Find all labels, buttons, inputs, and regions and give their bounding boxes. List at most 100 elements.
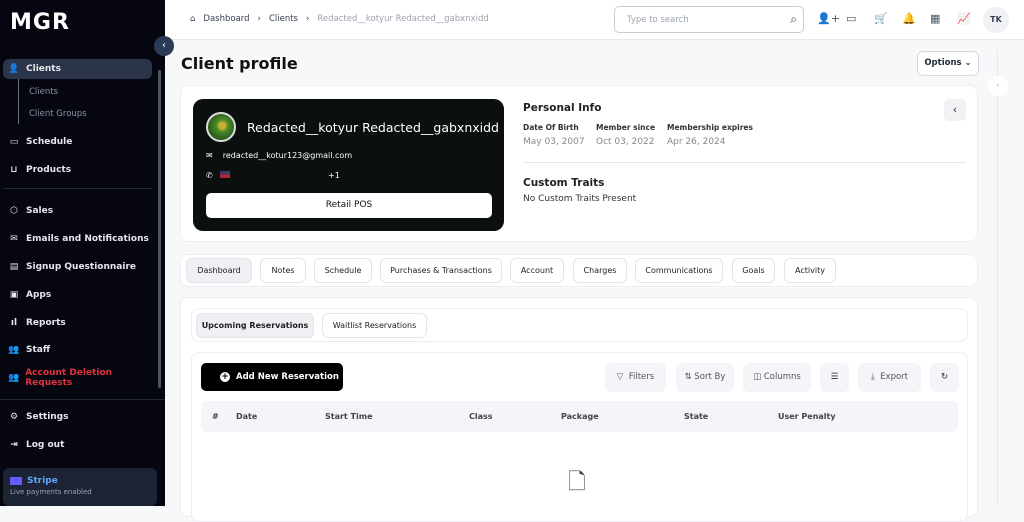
qr-icon[interactable]: ▦	[930, 12, 940, 25]
tab-dashboard[interactable]: Dashboard	[186, 258, 252, 283]
bell-icon[interactable]: 🔔	[902, 12, 916, 25]
sidebar-item-emails[interactable]: ✉ Emails and Notifications	[3, 229, 152, 249]
member-since-value: Oct 03, 2022	[596, 137, 655, 147]
tab-activity[interactable]: Activity	[784, 258, 836, 283]
chevron-right-icon: ›	[305, 14, 310, 24]
download-icon: ⤓	[871, 372, 875, 382]
chart-icon[interactable]: 📈	[957, 12, 971, 25]
calendar-icon: ▭	[9, 137, 19, 147]
divider	[0, 399, 165, 400]
chevron-down-icon: ⌄	[964, 58, 972, 68]
page-title: Client profile	[181, 54, 298, 73]
sidebar-item-clients[interactable]: 👤 Clients	[3, 59, 152, 79]
sidebar-item-reports[interactable]: ıl Reports	[3, 313, 152, 333]
bar-chart-icon: ıl	[10, 318, 18, 328]
column-class[interactable]: Class	[469, 412, 493, 421]
label: Staff	[26, 345, 51, 355]
tab-schedule[interactable]: Schedule	[314, 258, 372, 283]
sidebar-sub-client-groups[interactable]: Client Groups	[29, 109, 87, 119]
search-icon[interactable]: ⌕	[790, 12, 797, 27]
tab-account[interactable]: Account	[510, 258, 564, 283]
cart-icon: ⊔	[10, 165, 18, 175]
tab-goals[interactable]: Goals	[732, 258, 775, 283]
client-phone: +1	[328, 171, 340, 180]
sidebar-item-sales[interactable]: ⬡ Sales	[3, 201, 152, 221]
collapse-info-button[interactable]: ‹	[944, 99, 966, 121]
breadcrumb: ⌂ Dashboard › Clients › Redacted__kotyur R…	[190, 14, 489, 24]
collapse-sidebar-button[interactable]: ‹	[154, 36, 174, 56]
options-button[interactable]: Options ⌄	[917, 51, 979, 76]
plus-icon: +	[220, 372, 230, 382]
file-icon: ▤	[9, 262, 19, 272]
columns-button[interactable]: ◫ Columns	[743, 363, 811, 392]
tab-purchases[interactable]: Purchases & Transactions	[380, 258, 502, 283]
add-label: Add New Reservation	[236, 372, 339, 382]
column-state[interactable]: State	[684, 412, 708, 421]
column-date[interactable]: Date	[236, 412, 257, 421]
us-flag-icon	[220, 171, 231, 178]
sidebar-item-account-deletion[interactable]: 👥 Account Deletion Requests	[3, 368, 152, 388]
right-panel-toggle[interactable]: ‹	[988, 76, 1008, 96]
avatar[interactable]: TK	[983, 7, 1009, 33]
sidebar-scrollbar[interactable]	[158, 70, 161, 388]
custom-traits-value: No Custom Traits Present	[523, 194, 637, 204]
label: Log out	[26, 440, 65, 450]
columns-icon: ◫	[753, 372, 762, 382]
membership-expires-label: Membership expires	[667, 123, 753, 132]
breadcrumb-clients[interactable]: Clients	[269, 14, 298, 24]
label: Reports	[26, 318, 66, 328]
apps-icon: ▣	[9, 290, 19, 300]
client-name: Redacted__kotyur Redacted__gabxnxidd	[247, 120, 499, 135]
sidebar: MGR 👤 Clients Clients Client Groups ▭ Sche…	[0, 0, 165, 506]
sidebar-item-apps[interactable]: ▣ Apps	[3, 285, 152, 305]
density-button[interactable]: ☰	[820, 363, 849, 392]
add-new-reservation-button[interactable]: + Add New Reservation	[201, 363, 343, 391]
sidebar-item-settings[interactable]: ⚙ Settings	[3, 407, 152, 427]
sort-label: Sort By	[694, 372, 726, 382]
mail-icon: ✉	[206, 151, 213, 160]
client-email: redacted__kotur123@gmail.com	[222, 151, 353, 160]
column-user-penalty[interactable]: User Penalty	[778, 412, 836, 421]
refresh-button[interactable]: ↻	[930, 363, 959, 392]
sort-by-button[interactable]: ⇅ Sort By	[676, 363, 734, 392]
filters-button[interactable]: ▽ Filters	[605, 363, 666, 392]
logout-icon: ⇥	[10, 440, 18, 450]
chevron-right-icon: ›	[257, 14, 261, 24]
membership-expires-value: Apr 26, 2024	[667, 137, 726, 147]
add-user-icon[interactable]: 👤+	[817, 12, 840, 25]
phone-icon: ✆	[206, 171, 213, 180]
tab-charges[interactable]: Charges	[573, 258, 627, 283]
label: Schedule	[26, 137, 73, 147]
breadcrumb-dashboard[interactable]: Dashboard	[203, 14, 249, 24]
export-button[interactable]: ⤓ Export	[858, 363, 921, 392]
tab-waitlist-reservations[interactable]: Waitlist Reservations	[322, 313, 427, 338]
label: Account Deletion Requests	[25, 368, 113, 388]
tab-communications[interactable]: Communications	[635, 258, 723, 283]
breadcrumb-current: Redacted__kotyur Redacted__gabxnxidd	[317, 14, 489, 24]
search-input[interactable]: Type to search ⌕	[614, 6, 804, 33]
tab-upcoming-reservations[interactable]: Upcoming Reservations	[196, 313, 314, 338]
sidebar-item-products[interactable]: ⊔ Products	[3, 160, 152, 180]
sidebar-item-signup[interactable]: ▤ Signup Questionnaire	[3, 257, 152, 277]
tab-notes[interactable]: Notes	[260, 258, 306, 283]
member-since-label: Member since	[596, 123, 656, 132]
label: Signup Questionnaire	[26, 262, 137, 272]
stripe-subtitle: Live payments enabled	[10, 488, 92, 496]
stripe-logo-icon	[10, 477, 22, 485]
retail-pos-button[interactable]: Retail POS	[206, 193, 492, 218]
divider	[18, 79, 19, 124]
divider	[3, 188, 152, 189]
search-placeholder: Type to search	[627, 15, 689, 25]
cart-icon[interactable]: 🛒	[874, 12, 888, 25]
label: Clients	[26, 64, 61, 74]
column-start-time[interactable]: Start Time	[325, 412, 373, 421]
sidebar-sub-clients[interactable]: Clients	[29, 87, 58, 97]
divider	[997, 50, 998, 506]
calendar-icon[interactable]: ▭	[846, 12, 856, 25]
column-package[interactable]: Package	[561, 412, 599, 421]
column-number[interactable]: #	[212, 412, 219, 421]
stripe-status[interactable]: Stripe Live payments enabled	[3, 468, 157, 506]
sidebar-item-staff[interactable]: 👥 Staff	[3, 340, 152, 360]
sidebar-item-logout[interactable]: ⇥ Log out	[3, 435, 152, 455]
sidebar-item-schedule[interactable]: ▭ Schedule	[3, 132, 152, 152]
